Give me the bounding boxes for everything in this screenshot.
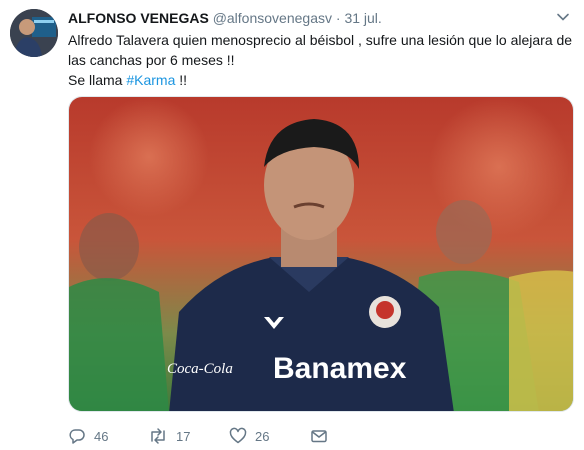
retweet-button[interactable]: 17 — [148, 426, 190, 446]
tweet-text-line: Se llama #Karma !! — [68, 70, 573, 90]
tweet-header: ALFONSO VENEGAS @alfonsovenegasv · 31 ju… — [68, 9, 382, 27]
tweet-date[interactable]: 31 jul. — [344, 10, 381, 26]
tweet-text-line: Alfredo Talavera quien menosprecio al bé… — [68, 32, 573, 68]
tweet-photo[interactable]: Banamex Coca-Cola — [68, 96, 574, 412]
hashtag-link[interactable]: #Karma — [126, 72, 175, 88]
message-button[interactable] — [310, 426, 328, 446]
retweet-count: 17 — [176, 428, 191, 444]
separator-dot: · — [335, 10, 341, 26]
tweet-text: Alfredo Talavera quien menosprecio al bé… — [68, 30, 573, 90]
jersey-brand-text: Coca-Cola — [167, 361, 233, 377]
retweet-icon — [148, 427, 168, 445]
jersey-sponsor-text: Banamex — [273, 352, 407, 385]
message-icon — [310, 427, 328, 445]
user-handle[interactable]: @alfonsovenegasv — [213, 10, 332, 26]
avatar[interactable] — [10, 9, 58, 57]
display-name[interactable]: ALFONSO VENEGAS — [68, 10, 209, 26]
reply-icon — [68, 427, 86, 445]
like-count: 26 — [255, 428, 270, 444]
tweet-text-suffix: !! — [175, 72, 188, 88]
tweet-text-prefix: Se llama — [68, 72, 127, 88]
reply-button[interactable]: 46 — [68, 426, 108, 446]
like-button[interactable]: 26 — [229, 426, 269, 446]
reply-count: 46 — [94, 428, 109, 444]
tweet-card[interactable]: ALFONSO VENEGAS @alfonsovenegasv · 31 ju… — [0, 0, 584, 450]
chevron-down-icon[interactable] — [556, 10, 570, 24]
like-icon — [229, 427, 247, 445]
